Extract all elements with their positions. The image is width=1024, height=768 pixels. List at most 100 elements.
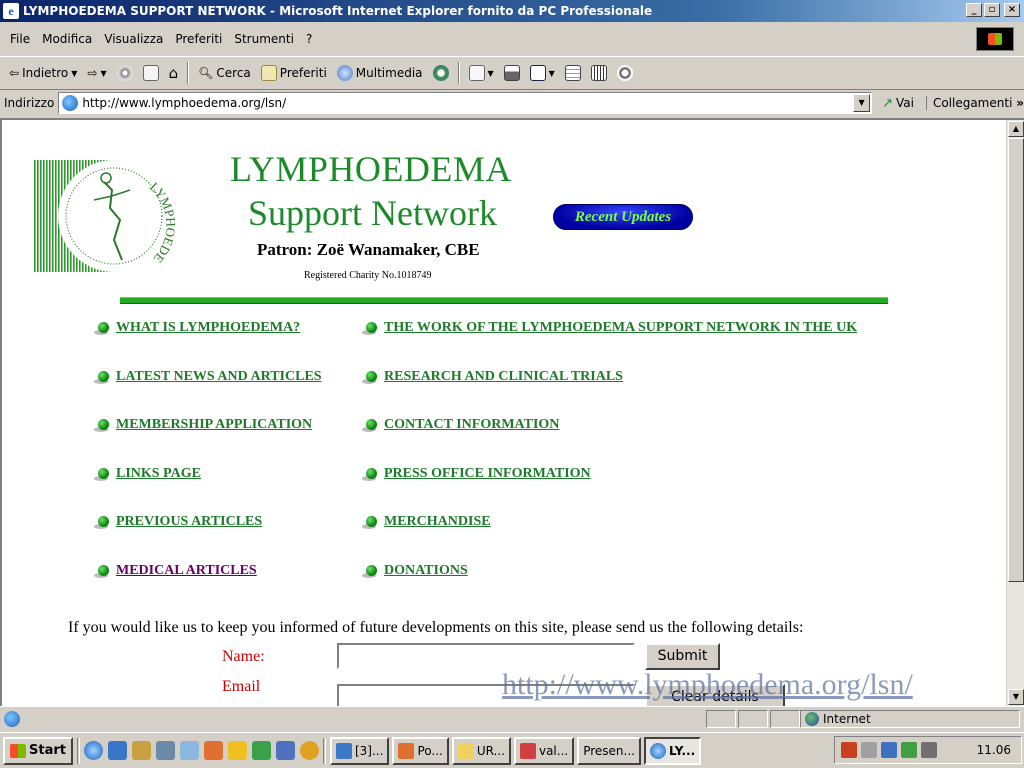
refresh-button[interactable]: [138, 65, 164, 81]
scroll-down-button[interactable]: ▼: [1008, 689, 1024, 705]
print-button[interactable]: [499, 65, 525, 81]
messenger-launch-icon[interactable]: [227, 741, 247, 760]
nav-link-label[interactable]: PRESS OFFICE INFORMATION: [384, 466, 591, 482]
search-launch-icon[interactable]: [179, 741, 199, 760]
back-button[interactable]: ⇦ Indietro ▼: [4, 66, 82, 80]
calculator-launch-icon[interactable]: [155, 741, 175, 760]
nav-link-merchandise[interactable]: MERCHANDISE: [362, 514, 491, 530]
nav-link-latest-news[interactable]: LATEST NEWS AND ARTICLES: [94, 369, 322, 385]
history-icon: [432, 65, 449, 81]
title-bar[interactable]: e LYMPHOEDEMA SUPPORT NETWORK - Microsof…: [0, 0, 1024, 22]
close-button[interactable]: ×: [1004, 3, 1020, 17]
nav-link-press-office[interactable]: PRESS OFFICE INFORMATION: [362, 466, 591, 482]
forward-button[interactable]: ⇨ ▼: [82, 66, 111, 80]
powerpoint-launch-icon[interactable]: [203, 741, 223, 760]
task-button-powerpoint[interactable]: Po...: [392, 736, 449, 765]
messenger-button[interactable]: [612, 65, 638, 81]
nav-link-label[interactable]: MEMBERSHIP APPLICATION: [116, 417, 312, 433]
nav-link-label[interactable]: PREVIOUS ARTICLES: [116, 514, 262, 530]
menu-view[interactable]: Visualizza: [98, 32, 169, 46]
go-button[interactable]: ↗ Vai: [882, 96, 914, 111]
media-button[interactable]: Multimedia: [332, 65, 428, 81]
printer-tray-icon[interactable]: [921, 742, 937, 758]
status-panel: [706, 710, 736, 728]
vertical-scrollbar[interactable]: ▲ ▼: [1006, 120, 1024, 706]
menu-tools[interactable]: Strumenti: [228, 32, 300, 46]
nav-link-membership[interactable]: MEMBERSHIP APPLICATION: [94, 417, 312, 433]
ie-launch-icon[interactable]: [83, 741, 103, 760]
home-button[interactable]: ⌂: [164, 64, 184, 82]
window-title: LYMPHOEDEMA SUPPORT NETWORK - Microsoft …: [23, 4, 653, 18]
chevron-down-icon[interactable]: ▼: [71, 69, 77, 78]
address-dropdown-button[interactable]: ▼: [853, 94, 871, 112]
nav-link-links-page[interactable]: LINKS PAGE: [94, 466, 201, 482]
nav-link-label[interactable]: LATEST NEWS AND ARTICLES: [116, 369, 322, 385]
nav-link-label[interactable]: MERCHANDISE: [384, 514, 491, 530]
discuss-button[interactable]: [560, 65, 586, 81]
nav-link-research[interactable]: RESEARCH AND CLINICAL TRIALS: [362, 369, 623, 385]
nav-link-label[interactable]: RESEARCH AND CLINICAL TRIALS: [384, 369, 623, 385]
chevron-down-icon[interactable]: ▼: [100, 69, 106, 78]
nav-link-contact[interactable]: CONTACT INFORMATION: [362, 417, 559, 433]
start-button[interactable]: Start: [3, 736, 73, 765]
task-button-document[interactable]: val...: [513, 736, 575, 765]
search-button[interactable]: 🔍︎ Cerca: [193, 66, 256, 80]
green-bullet-icon: [362, 418, 380, 432]
chevron-down-icon[interactable]: ▼: [488, 69, 494, 78]
status-panel: [770, 710, 800, 728]
task-button-word[interactable]: [3]...: [329, 736, 390, 765]
nav-link-donations[interactable]: DONATIONS: [362, 563, 468, 579]
task-button-browser[interactable]: LY...: [643, 736, 702, 765]
task-button-presentation[interactable]: Presen...: [577, 736, 641, 765]
address-url[interactable]: http://www.lymphoedema.org/lsn/: [82, 96, 286, 110]
nav-link-label[interactable]: DONATIONS: [384, 563, 468, 579]
nav-link-what-is[interactable]: WHAT IS LYMPHOEDEMA?: [94, 320, 300, 336]
nav-link-label[interactable]: WHAT IS LYMPHOEDEMA?: [116, 320, 300, 336]
submit-button[interactable]: Submit: [645, 643, 720, 670]
volume-tray-icon[interactable]: [861, 742, 877, 758]
mail-button[interactable]: ▼: [464, 65, 499, 81]
research-button[interactable]: [586, 65, 612, 81]
media-label: Multimedia: [355, 66, 423, 80]
outlook-launch-icon[interactable]: [107, 741, 127, 760]
user-tray-icon[interactable]: [901, 742, 917, 758]
scroll-up-button[interactable]: ▲: [1008, 121, 1024, 137]
ie-app-icon[interactable]: e: [3, 3, 19, 19]
chat-launch-icon[interactable]: [275, 741, 295, 760]
menu-help[interactable]: ?: [300, 32, 318, 46]
player-launch-icon[interactable]: [299, 741, 319, 760]
links-toolbar[interactable]: Collegamenti »: [925, 96, 1024, 110]
nav-link-label[interactable]: CONTACT INFORMATION: [384, 417, 559, 433]
edit-button[interactable]: ▼: [525, 65, 560, 81]
display-tray-icon[interactable]: [881, 742, 897, 758]
maximize-button[interactable]: ▫: [984, 3, 1000, 17]
stop-button[interactable]: [112, 65, 138, 81]
nav-link-label[interactable]: LINKS PAGE: [116, 466, 201, 482]
address-input[interactable]: http://www.lymphoedema.org/lsn/ ▼: [58, 92, 873, 114]
menu-edit[interactable]: Modifica: [36, 32, 98, 46]
nav-link-previous-articles[interactable]: PREVIOUS ARTICLES: [94, 514, 262, 530]
minimize-button[interactable]: _: [966, 3, 982, 17]
nav-link-work-uk[interactable]: THE WORK OF THE LYMPHOEDEMA SUPPORT NETW…: [362, 320, 857, 336]
toolbar-separator: [187, 62, 190, 84]
name-input[interactable]: [337, 643, 635, 669]
favorites-button[interactable]: Preferiti: [256, 65, 332, 81]
chevron-right-icon[interactable]: »: [1016, 96, 1024, 110]
system-clock[interactable]: 11.06: [977, 743, 1011, 757]
desktop-launch-icon[interactable]: [131, 741, 151, 760]
history-button[interactable]: [428, 65, 454, 81]
nav-link-label[interactable]: THE WORK OF THE LYMPHOEDEMA SUPPORT NETW…: [384, 320, 857, 336]
network-tray-icon[interactable]: [841, 742, 857, 758]
task-button-folder[interactable]: UR...: [451, 736, 511, 765]
nav-link-label[interactable]: MEDICAL ARTICLES: [116, 563, 257, 579]
media-launch-icon[interactable]: [251, 741, 271, 760]
patron-line: Patron: Zoë Wanamaker, CBE: [257, 240, 480, 259]
recent-updates-button[interactable]: Recent Updates: [553, 204, 693, 230]
menu-file[interactable]: File: [4, 32, 36, 46]
scroll-thumb[interactable]: [1008, 138, 1024, 582]
security-zone[interactable]: Internet: [800, 710, 1020, 728]
nav-link-medical-articles[interactable]: MEDICAL ARTICLES: [94, 563, 257, 579]
chevron-down-icon[interactable]: ▼: [549, 69, 555, 78]
back-label: Indietro: [22, 66, 69, 80]
menu-favorites[interactable]: Preferiti: [169, 32, 228, 46]
